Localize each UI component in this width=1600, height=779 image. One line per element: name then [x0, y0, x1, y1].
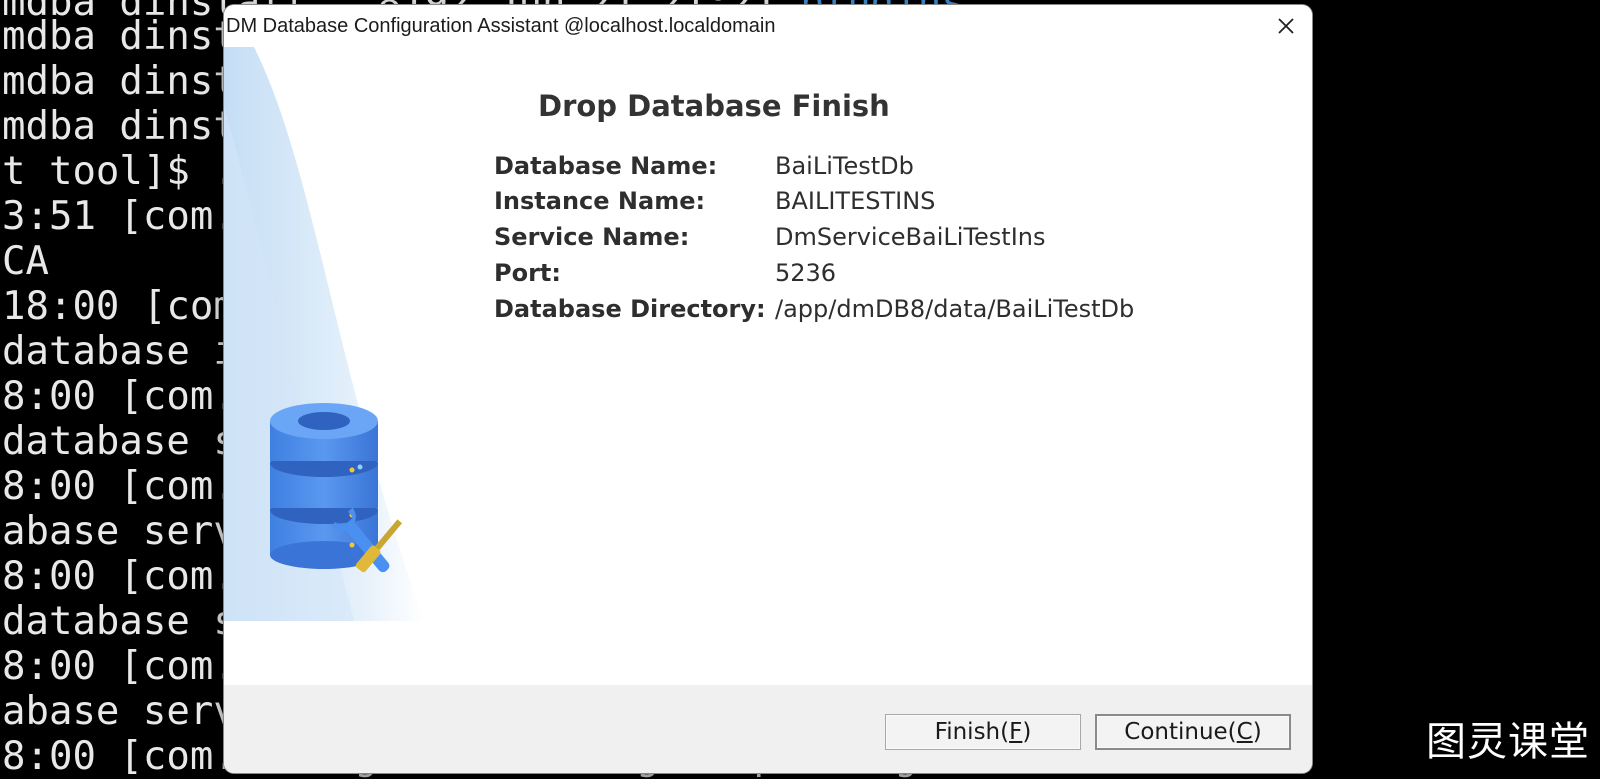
- terminal-line: t tool]$ .: [2, 149, 237, 194]
- terminal-line: 8:00 [com.: [2, 374, 237, 419]
- terminal-line: 8:00 [com.: [2, 644, 237, 689]
- field-value: BAILITESTINS: [775, 187, 936, 215]
- terminal-line: abase serv: [2, 509, 237, 554]
- field-label: Instance Name:: [494, 187, 706, 215]
- field-label: Database Directory:: [494, 295, 766, 323]
- field-label: Port:: [494, 259, 561, 287]
- field-value: 5236: [775, 259, 837, 287]
- field-value: /app/dmDB8/data/BaiLiTestDb: [775, 295, 1135, 323]
- terminal-line: 3:51 [com.: [2, 194, 237, 239]
- close-button[interactable]: [1266, 9, 1306, 43]
- terminal-line: database s: [2, 599, 237, 644]
- terminal-line: 18:00 [com: [2, 284, 237, 329]
- summary-content: Drop Database Finish Database Name: BaiL…: [224, 47, 1312, 690]
- terminal-line: mdba dinst: [2, 14, 237, 59]
- watermark-logo: 图灵课堂: [1426, 719, 1590, 765]
- button-bar: Finish(F) Continue(C): [224, 685, 1312, 773]
- continue-button[interactable]: Continue(C): [1095, 714, 1291, 750]
- terminal-line: database i: [2, 329, 237, 374]
- terminal-line: mdba dinst: [2, 104, 237, 149]
- terminal-line: mdba dinst: [2, 59, 237, 104]
- field-label: Database Name:: [494, 152, 718, 180]
- finish-button[interactable]: Finish(F): [885, 714, 1081, 750]
- field-label: Service Name:: [494, 223, 690, 251]
- page-title: Drop Database Finish: [538, 89, 890, 123]
- terminal-line: 8:00 [com.: [2, 464, 237, 509]
- dbca-dialog: DM Database Configuration Assistant @loc…: [224, 5, 1312, 773]
- title-bar[interactable]: DM Database Configuration Assistant @loc…: [224, 5, 1312, 47]
- terminal-line: CA: [2, 239, 49, 284]
- window-title: DM Database Configuration Assistant @loc…: [226, 15, 776, 37]
- terminal-line: 8:00 [com.: [2, 554, 237, 599]
- field-value: BaiLiTestDb: [775, 152, 914, 180]
- terminal-line: database s: [2, 419, 237, 464]
- terminal-line: abase serv: [2, 689, 237, 734]
- close-icon: [1278, 18, 1294, 34]
- field-value: DmServiceBaiLiTestIns: [775, 223, 1046, 251]
